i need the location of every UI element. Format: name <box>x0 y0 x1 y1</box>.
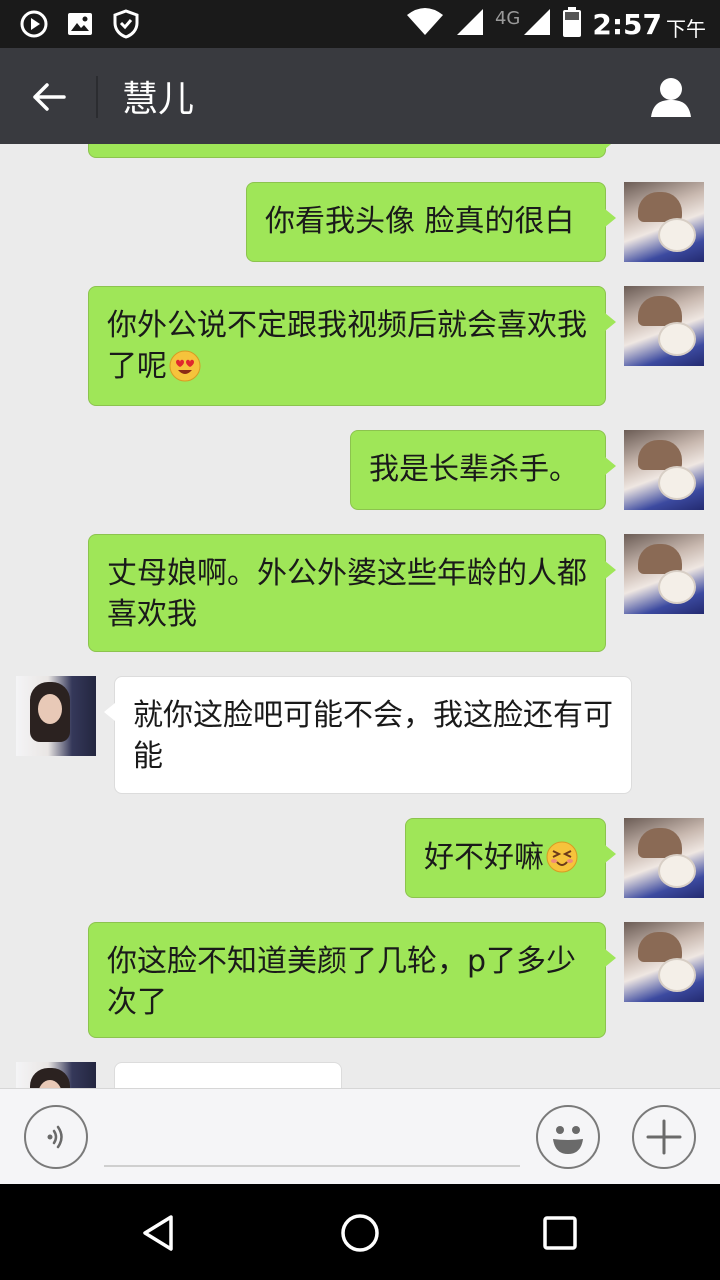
battery-icon <box>562 6 582 42</box>
message-bubble-outgoing[interactable]: 你看我头像 脸真的很白 <box>246 182 616 262</box>
nav-back-icon <box>143 1215 173 1251</box>
nav-recents-button[interactable] <box>535 1208 585 1258</box>
message-text: 你看我头像 脸真的很白 <box>265 204 575 239</box>
message-bubble-outgoing[interactable]: 你外公说不定跟我视频后就会喜欢我了呢 <box>88 286 616 406</box>
wifi-icon <box>405 7 445 41</box>
input-bar <box>0 1088 720 1184</box>
plus-icon <box>646 1119 682 1155</box>
avatar[interactable] <box>624 534 704 614</box>
message-text: 你这脸不知道美颜了几轮，p了多少次了 <box>107 944 577 1020</box>
smiley-icon <box>553 1126 583 1154</box>
message-bubble-outgoing[interactable]: 丈母娘啊。外公外婆这些年龄的人都喜欢我 <box>88 534 616 652</box>
nav-home-icon <box>341 1214 379 1252</box>
system-nav-bar <box>0 1184 720 1280</box>
back-button[interactable] <box>24 72 74 122</box>
message-bubble-incoming[interactable]: 就你这脸吧可能不会，我这脸还有可能 <box>104 676 632 794</box>
clock-ampm: 下午 <box>666 16 706 41</box>
message-list[interactable]: 你看我头像 脸真的很白 你外公说不定跟我视频后就会喜欢我了呢 我是长辈杀手。 丈… <box>0 144 720 1088</box>
avatar[interactable] <box>16 1062 96 1088</box>
cell-signal-icon <box>455 7 485 41</box>
avatar[interactable] <box>624 818 704 898</box>
nav-back-button[interactable] <box>134 1208 184 1258</box>
avatar[interactable] <box>624 182 704 262</box>
avatar[interactable] <box>624 286 704 366</box>
clock-time: 2:57 <box>592 7 662 41</box>
message-bubble-outgoing[interactable]: 你这脸不知道美颜了几轮，p了多少次了 <box>88 922 616 1038</box>
play-circle-icon <box>18 8 50 40</box>
page-title: 慧儿 <box>122 79 195 120</box>
squinting-smile-emoji-icon <box>546 841 578 873</box>
nav-recents-icon <box>543 1216 577 1250</box>
message-bubble-incoming[interactable] <box>114 1062 342 1088</box>
cell-signal-icon <box>522 7 552 41</box>
avatar[interactable] <box>16 676 96 756</box>
message-text: 就你这脸吧可能不会，我这脸还有可能 <box>133 698 613 774</box>
chat-info-button[interactable] <box>644 70 698 124</box>
more-options-button[interactable] <box>632 1105 696 1169</box>
message-bubble-outgoing[interactable] <box>88 144 616 158</box>
network-type: 4G <box>494 7 521 29</box>
status-bar: 4G 2:57 下午 <box>0 0 720 48</box>
avatar[interactable] <box>624 430 704 510</box>
header-divider <box>96 76 98 118</box>
message-bubble-outgoing[interactable]: 我是长辈杀手。 <box>350 430 616 510</box>
avatar[interactable] <box>624 922 704 1002</box>
voice-icon <box>47 1125 63 1149</box>
arrow-left-icon <box>33 83 66 111</box>
voice-input-button[interactable] <box>24 1105 88 1169</box>
nav-home-button[interactable] <box>335 1208 385 1258</box>
message-bubble-outgoing[interactable]: 好不好嘛 <box>405 818 616 898</box>
message-text: 好不好嘛 <box>424 840 544 875</box>
message-text: 丈母娘啊。外公外婆这些年龄的人都喜欢我 <box>107 556 587 632</box>
shield-icon <box>110 8 142 40</box>
message-input[interactable] <box>104 1107 520 1167</box>
chat-header: 慧儿 <box>0 48 720 144</box>
heart-eyes-emoji-icon <box>169 350 201 382</box>
image-icon <box>64 8 96 40</box>
message-text: 我是长辈杀手。 <box>369 452 579 487</box>
emoji-button[interactable] <box>536 1105 600 1169</box>
person-icon <box>651 78 691 117</box>
